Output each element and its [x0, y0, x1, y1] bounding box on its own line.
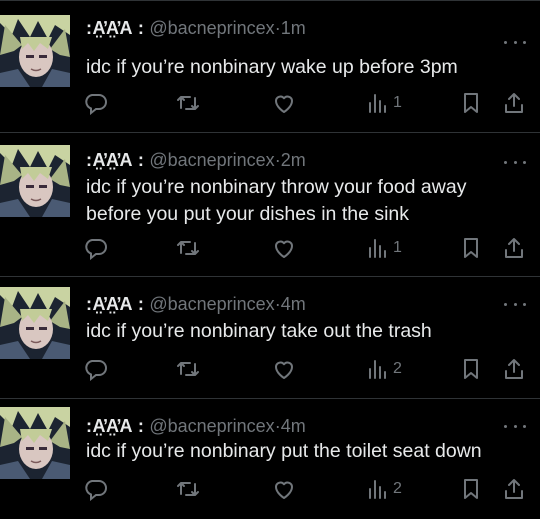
tweet-text-line: idc if you’re nonbinary wake up before 3… [86, 56, 458, 78]
views-button[interactable]: 1 [367, 90, 402, 116]
reply-icon [85, 360, 107, 381]
bookmark-button[interactable] [460, 476, 482, 502]
avatar[interactable] [0, 287, 70, 359]
share-icon [505, 479, 523, 499]
avatar[interactable] [0, 15, 70, 87]
like-button[interactable] [272, 90, 296, 116]
tweet-header: :A̤̓A̤̓A : @bacneprincex·4m [86, 293, 500, 315]
share-icon [505, 93, 523, 113]
reply-button[interactable] [84, 476, 108, 502]
views-icon [369, 480, 386, 499]
user-handle[interactable]: @bacneprincex [149, 294, 274, 314]
tweet-text: idc if you’re nonbinary take out the tra… [86, 318, 524, 345]
display-name[interactable]: :A̤̓A̤̓A : [86, 18, 144, 38]
timestamp[interactable]: 1m [281, 18, 306, 38]
bookmark-button[interactable] [460, 356, 482, 382]
more-icon[interactable] [504, 297, 526, 311]
retweet-button[interactable] [176, 476, 200, 502]
more-icon[interactable] [504, 419, 526, 433]
share-button[interactable] [502, 476, 526, 502]
views-button[interactable]: 1 [367, 235, 402, 261]
reply-button[interactable] [84, 356, 108, 382]
user-handle[interactable]: @bacneprincex [149, 18, 274, 38]
heart-icon [275, 481, 293, 499]
timestamp[interactable]: 2m [281, 150, 306, 170]
timestamp[interactable]: 4m [281, 416, 306, 436]
retweet-button[interactable] [176, 90, 200, 116]
tweet-text-line: before you put your dishes in the sink [86, 203, 410, 225]
avatar[interactable] [0, 145, 70, 217]
share-button[interactable] [502, 356, 526, 382]
reply-button[interactable] [84, 90, 108, 116]
views-icon [369, 360, 386, 379]
tweet-text-line: idc if you’re nonbinary put the toilet s… [86, 440, 482, 462]
tweet-header: :A̤̓A̤̓A : @bacneprincex·2m [86, 149, 500, 171]
retweet-button[interactable] [176, 235, 200, 261]
tweet-header: :A̤̓A̤̓A : @bacneprincex·4m [86, 415, 500, 437]
display-name[interactable]: :A̤̓A̤̓A : [86, 294, 144, 314]
tweet-text: idc if you’re nonbinary throw your food … [86, 174, 524, 228]
heart-icon [275, 240, 293, 258]
bookmark-icon [464, 93, 478, 113]
heart-icon [275, 95, 293, 113]
like-button[interactable] [272, 235, 296, 261]
views-icon [369, 94, 386, 113]
tweet-feed: :A̤̓A̤̓A : @bacneprincex·1m idc if you’r… [0, 0, 540, 519]
reply-button[interactable] [84, 235, 108, 261]
action-bar: 1 [84, 90, 528, 116]
tweet[interactable]: :A̤̓A̤̓A : @bacneprincex·4m idc if you’r… [0, 276, 540, 398]
tweet-text: idc if you’re nonbinary wake up before 3… [86, 54, 524, 81]
tweet-text: idc if you’re nonbinary put the toilet s… [86, 438, 524, 465]
views-button[interactable]: 2 [367, 476, 402, 502]
action-bar: 1 [84, 235, 528, 261]
retweet-icon [177, 96, 199, 110]
views-button[interactable]: 2 [367, 356, 402, 382]
retweet-icon [177, 482, 199, 496]
more-icon[interactable] [504, 35, 526, 49]
display-name[interactable]: :A̤̓A̤̓A : [86, 150, 144, 170]
action-bar: 2 [84, 476, 528, 502]
views-count: 1 [393, 239, 402, 256]
share-icon [505, 238, 523, 258]
retweet-button[interactable] [176, 356, 200, 382]
user-handle[interactable]: @bacneprincex [149, 150, 274, 170]
tweet[interactable]: :A̤̓A̤̓A : @bacneprincex·4m idc if you’r… [0, 398, 540, 519]
bookmark-icon [464, 479, 478, 499]
reply-icon [85, 94, 107, 115]
tweet[interactable]: :A̤̓A̤̓A : @bacneprincex·1m idc if you’r… [0, 0, 540, 132]
like-button[interactable] [272, 476, 296, 502]
tweet-text-line: idc if you’re nonbinary take out the tra… [86, 320, 432, 342]
views-count: 1 [393, 94, 402, 111]
bookmark-button[interactable] [460, 90, 482, 116]
reply-icon [85, 239, 107, 260]
heart-icon [275, 361, 293, 379]
more-icon[interactable] [504, 155, 526, 169]
avatar[interactable] [0, 407, 70, 479]
action-bar: 2 [84, 356, 528, 382]
share-button[interactable] [502, 90, 526, 116]
share-button[interactable] [502, 235, 526, 261]
retweet-icon [177, 362, 199, 376]
timestamp[interactable]: 4m [281, 294, 306, 314]
views-count: 2 [393, 480, 402, 497]
share-icon [505, 359, 523, 379]
display-name[interactable]: :A̤̓A̤̓A : [86, 416, 144, 436]
tweet[interactable]: :A̤̓A̤̓A : @bacneprincex·2m idc if you’r… [0, 132, 540, 276]
tweet-text-line: idc if you’re nonbinary throw your food … [86, 176, 467, 198]
tweet-header: :A̤̓A̤̓A : @bacneprincex·1m [86, 17, 500, 39]
reply-icon [85, 480, 107, 501]
bookmark-icon [464, 238, 478, 258]
bookmark-button[interactable] [460, 235, 482, 261]
like-button[interactable] [272, 356, 296, 382]
user-handle[interactable]: @bacneprincex [149, 416, 274, 436]
bookmark-icon [464, 359, 478, 379]
retweet-icon [177, 241, 199, 255]
views-icon [369, 239, 386, 258]
views-count: 2 [393, 360, 402, 377]
